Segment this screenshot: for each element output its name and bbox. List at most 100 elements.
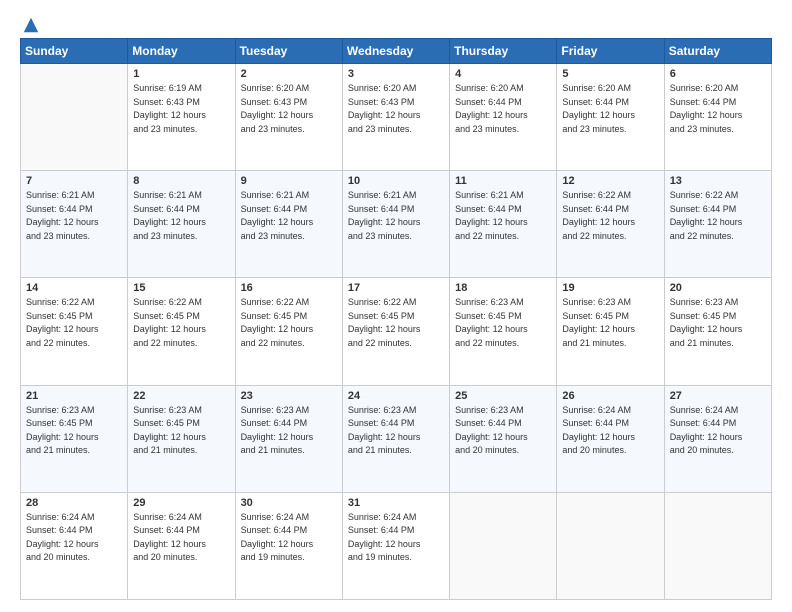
calendar-cell: 2 Sunrise: 6:20 AM Sunset: 6:43 PM Daylig… bbox=[235, 64, 342, 171]
calendar-cell: 10Sunrise: 6:21 AM Sunset: 6:44 PM Dayli… bbox=[342, 171, 449, 278]
day-info: Sunrise: 6:21 AM Sunset: 6:44 PM Dayligh… bbox=[455, 189, 551, 243]
day-info: Sunrise: 6:21 AM Sunset: 6:44 PM Dayligh… bbox=[348, 189, 444, 243]
day-info: Sunrise: 6:22 AM Sunset: 6:44 PM Dayligh… bbox=[562, 189, 658, 243]
calendar-cell: 6Sunrise: 6:20 AM Sunset: 6:44 PM Daylig… bbox=[664, 64, 771, 171]
calendar-cell bbox=[557, 492, 664, 599]
day-info: Sunrise: 6:20 AM Sunset: 6:44 PM Dayligh… bbox=[562, 82, 658, 136]
calendar-day-header: Tuesday bbox=[235, 39, 342, 64]
calendar-week-row: 21 Sunrise: 6:23 AM Sunset: 6:45 PM Dayli… bbox=[21, 385, 772, 492]
day-info: Sunrise: 6:22 AM Sunset: 6:45 PM Dayligh… bbox=[348, 296, 444, 350]
day-info: Sunrise: 6:23 AM Sunset: 6:45 PM Dayligh… bbox=[133, 404, 229, 458]
day-number: 13 bbox=[670, 175, 766, 187]
calendar-week-row: 28 Sunrise: 6:24 AM Sunset: 6:44 PM Dayli… bbox=[21, 492, 772, 599]
day-info: Sunrise: 6:24 AM Sunset: 6:44 PM Dayligh… bbox=[241, 511, 337, 565]
calendar-cell: 8Sunrise: 6:21 AM Sunset: 6:44 PM Daylig… bbox=[128, 171, 235, 278]
day-info: Sunrise: 6:22 AM Sunset: 6:45 PM Dayligh… bbox=[26, 296, 122, 350]
day-info: Sunrise: 6:23 AM Sunset: 6:44 PM Dayligh… bbox=[455, 404, 551, 458]
day-number: 18 bbox=[455, 282, 551, 294]
day-number: 22 bbox=[133, 390, 229, 402]
day-info: Sunrise: 6:19 AM Sunset: 6:43 PM Dayligh… bbox=[133, 82, 229, 136]
calendar-table: SundayMondayTuesdayWednesdayThursdayFrid… bbox=[20, 38, 772, 600]
calendar-cell: 5 Sunrise: 6:20 AM Sunset: 6:44 PM Daylig… bbox=[557, 64, 664, 171]
day-number: 9 bbox=[241, 175, 337, 187]
day-info: Sunrise: 6:20 AM Sunset: 6:44 PM Dayligh… bbox=[455, 82, 551, 136]
header bbox=[20, 16, 772, 30]
calendar-cell: 27Sunrise: 6:24 AM Sunset: 6:44 PM Dayli… bbox=[664, 385, 771, 492]
day-number: 27 bbox=[670, 390, 766, 402]
calendar-cell: 31 Sunrise: 6:24 AM Sunset: 6:44 PM Dayli… bbox=[342, 492, 449, 599]
day-number: 7 bbox=[26, 175, 122, 187]
calendar-day-header: Wednesday bbox=[342, 39, 449, 64]
day-number: 2 bbox=[241, 68, 337, 80]
calendar-day-header: Friday bbox=[557, 39, 664, 64]
day-number: 28 bbox=[26, 497, 122, 509]
day-number: 26 bbox=[562, 390, 658, 402]
calendar-cell: 28 Sunrise: 6:24 AM Sunset: 6:44 PM Dayli… bbox=[21, 492, 128, 599]
day-info: Sunrise: 6:20 AM Sunset: 6:44 PM Dayligh… bbox=[670, 82, 766, 136]
day-number: 16 bbox=[241, 282, 337, 294]
day-number: 23 bbox=[241, 390, 337, 402]
day-info: Sunrise: 6:22 AM Sunset: 6:44 PM Dayligh… bbox=[670, 189, 766, 243]
calendar-cell: 16 Sunrise: 6:22 AM Sunset: 6:45 PM Dayli… bbox=[235, 278, 342, 385]
day-info: Sunrise: 6:23 AM Sunset: 6:45 PM Dayligh… bbox=[455, 296, 551, 350]
calendar-cell: 13 Sunrise: 6:22 AM Sunset: 6:44 PM Dayli… bbox=[664, 171, 771, 278]
calendar-cell: 18 Sunrise: 6:23 AM Sunset: 6:45 PM Dayli… bbox=[450, 278, 557, 385]
day-info: Sunrise: 6:20 AM Sunset: 6:43 PM Dayligh… bbox=[348, 82, 444, 136]
day-info: Sunrise: 6:22 AM Sunset: 6:45 PM Dayligh… bbox=[241, 296, 337, 350]
day-number: 15 bbox=[133, 282, 229, 294]
day-info: Sunrise: 6:22 AM Sunset: 6:45 PM Dayligh… bbox=[133, 296, 229, 350]
calendar-cell: 24 Sunrise: 6:23 AM Sunset: 6:44 PM Dayli… bbox=[342, 385, 449, 492]
calendar-cell: 3 Sunrise: 6:20 AM Sunset: 6:43 PM Daylig… bbox=[342, 64, 449, 171]
day-number: 24 bbox=[348, 390, 444, 402]
day-info: Sunrise: 6:21 AM Sunset: 6:44 PM Dayligh… bbox=[241, 189, 337, 243]
day-number: 12 bbox=[562, 175, 658, 187]
logo bbox=[20, 16, 40, 30]
calendar-cell bbox=[450, 492, 557, 599]
day-number: 14 bbox=[26, 282, 122, 294]
calendar-cell: 7 Sunrise: 6:21 AM Sunset: 6:44 PM Daylig… bbox=[21, 171, 128, 278]
logo-icon bbox=[22, 16, 40, 34]
day-number: 17 bbox=[348, 282, 444, 294]
calendar-cell: 4Sunrise: 6:20 AM Sunset: 6:44 PM Daylig… bbox=[450, 64, 557, 171]
day-number: 30 bbox=[241, 497, 337, 509]
day-info: Sunrise: 6:20 AM Sunset: 6:43 PM Dayligh… bbox=[241, 82, 337, 136]
day-info: Sunrise: 6:23 AM Sunset: 6:44 PM Dayligh… bbox=[348, 404, 444, 458]
calendar-week-row: 1 Sunrise: 6:19 AM Sunset: 6:43 PM Daylig… bbox=[21, 64, 772, 171]
day-number: 29 bbox=[133, 497, 229, 509]
day-number: 31 bbox=[348, 497, 444, 509]
calendar-cell: 29Sunrise: 6:24 AM Sunset: 6:44 PM Dayli… bbox=[128, 492, 235, 599]
calendar-cell: 15 Sunrise: 6:22 AM Sunset: 6:45 PM Dayli… bbox=[128, 278, 235, 385]
day-info: Sunrise: 6:23 AM Sunset: 6:45 PM Dayligh… bbox=[670, 296, 766, 350]
day-info: Sunrise: 6:24 AM Sunset: 6:44 PM Dayligh… bbox=[26, 511, 122, 565]
calendar-cell: 22 Sunrise: 6:23 AM Sunset: 6:45 PM Dayli… bbox=[128, 385, 235, 492]
calendar-cell: 17 Sunrise: 6:22 AM Sunset: 6:45 PM Dayli… bbox=[342, 278, 449, 385]
day-info: Sunrise: 6:23 AM Sunset: 6:45 PM Dayligh… bbox=[26, 404, 122, 458]
calendar-cell: 14 Sunrise: 6:22 AM Sunset: 6:45 PM Dayli… bbox=[21, 278, 128, 385]
day-number: 25 bbox=[455, 390, 551, 402]
calendar-cell: 1 Sunrise: 6:19 AM Sunset: 6:43 PM Daylig… bbox=[128, 64, 235, 171]
calendar-header-row: SundayMondayTuesdayWednesdayThursdayFrid… bbox=[21, 39, 772, 64]
calendar-day-header: Monday bbox=[128, 39, 235, 64]
day-number: 21 bbox=[26, 390, 122, 402]
day-number: 3 bbox=[348, 68, 444, 80]
day-number: 20 bbox=[670, 282, 766, 294]
day-info: Sunrise: 6:23 AM Sunset: 6:45 PM Dayligh… bbox=[562, 296, 658, 350]
calendar-cell: 19Sunrise: 6:23 AM Sunset: 6:45 PM Dayli… bbox=[557, 278, 664, 385]
day-info: Sunrise: 6:24 AM Sunset: 6:44 PM Dayligh… bbox=[348, 511, 444, 565]
day-info: Sunrise: 6:23 AM Sunset: 6:44 PM Dayligh… bbox=[241, 404, 337, 458]
day-info: Sunrise: 6:21 AM Sunset: 6:44 PM Dayligh… bbox=[26, 189, 122, 243]
calendar-cell: 11Sunrise: 6:21 AM Sunset: 6:44 PM Dayli… bbox=[450, 171, 557, 278]
calendar-cell bbox=[664, 492, 771, 599]
day-info: Sunrise: 6:21 AM Sunset: 6:44 PM Dayligh… bbox=[133, 189, 229, 243]
calendar-day-header: Saturday bbox=[664, 39, 771, 64]
day-number: 5 bbox=[562, 68, 658, 80]
calendar-week-row: 7 Sunrise: 6:21 AM Sunset: 6:44 PM Daylig… bbox=[21, 171, 772, 278]
calendar-cell: 25 Sunrise: 6:23 AM Sunset: 6:44 PM Dayli… bbox=[450, 385, 557, 492]
calendar-cell: 30 Sunrise: 6:24 AM Sunset: 6:44 PM Dayli… bbox=[235, 492, 342, 599]
calendar-cell: 21 Sunrise: 6:23 AM Sunset: 6:45 PM Dayli… bbox=[21, 385, 128, 492]
calendar-day-header: Sunday bbox=[21, 39, 128, 64]
calendar-page: SundayMondayTuesdayWednesdayThursdayFrid… bbox=[0, 0, 792, 612]
calendar-cell bbox=[21, 64, 128, 171]
day-number: 1 bbox=[133, 68, 229, 80]
calendar-cell: 12 Sunrise: 6:22 AM Sunset: 6:44 PM Dayli… bbox=[557, 171, 664, 278]
